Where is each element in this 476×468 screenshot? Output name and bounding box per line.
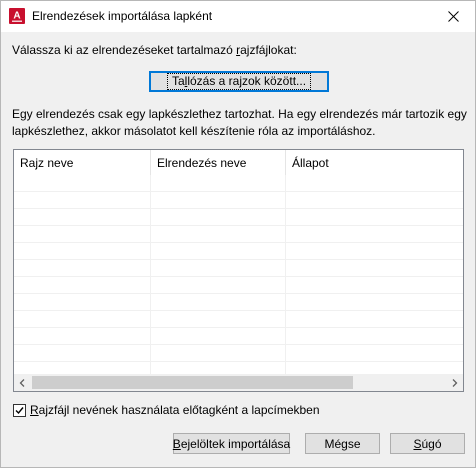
list-header: Rajz neve Elrendezés neve Állapot — [14, 150, 463, 175]
instruction-text: Válassza ki az elrendezéseket tartalmazó… — [12, 43, 297, 57]
column-header-drawing-name[interactable]: Rajz neve — [14, 150, 151, 175]
browse-drawings-button[interactable]: Tallózás a rajzok között... — [149, 71, 329, 92]
drawings-list[interactable]: Rajz neve Elrendezés neve Állapot — [13, 149, 464, 392]
column-divider — [150, 175, 151, 375]
import-checked-button[interactable]: Bejelöltek importálása — [173, 433, 290, 454]
column-header-status[interactable]: Állapot — [286, 150, 463, 175]
browse-button-label: Tallózás a rajzok között... — [166, 73, 312, 90]
close-button[interactable] — [431, 1, 475, 32]
chevron-right-icon — [452, 378, 458, 387]
info-note: Egy elrendezés csak egy lapkészlethez ta… — [12, 107, 467, 138]
scroll-left-button[interactable] — [14, 374, 31, 391]
prefix-checkbox-label: Rajzfájl nevének használata előtagként a… — [30, 403, 320, 417]
empty-row — [14, 345, 463, 362]
prefix-checkbox[interactable] — [13, 404, 26, 417]
chevron-left-icon — [19, 378, 25, 387]
cancel-button[interactable]: Mégse — [305, 433, 380, 454]
checkmark-icon — [15, 407, 24, 415]
help-button-label: Súgó — [413, 436, 442, 451]
import-button-label: Bejelöltek importálása — [172, 436, 291, 451]
empty-row — [14, 192, 463, 209]
empty-row — [14, 328, 463, 345]
title-bar: A Elrendezések importálása lapként — [1, 1, 475, 32]
scroll-right-button[interactable] — [446, 374, 463, 391]
autocad-icon: A — [9, 8, 25, 24]
close-icon — [447, 11, 459, 22]
column-divider — [285, 175, 286, 375]
window-title: Elrendezések importálása lapként — [32, 9, 213, 23]
scroll-thumb[interactable] — [32, 376, 353, 389]
column-header-layout-name[interactable]: Elrendezés neve — [151, 150, 286, 175]
dialog-window: A Elrendezések importálása lapként Válas… — [0, 0, 476, 468]
empty-row — [14, 294, 463, 311]
empty-row — [14, 243, 463, 260]
svg-text:A: A — [13, 11, 20, 22]
empty-row — [14, 277, 463, 294]
list-body — [14, 175, 463, 375]
help-button[interactable]: Súgó — [390, 433, 465, 454]
empty-row — [14, 311, 463, 328]
empty-row — [14, 175, 463, 192]
empty-row — [14, 260, 463, 277]
horizontal-scrollbar[interactable] — [14, 374, 463, 391]
empty-row — [14, 209, 463, 226]
empty-row — [14, 226, 463, 243]
